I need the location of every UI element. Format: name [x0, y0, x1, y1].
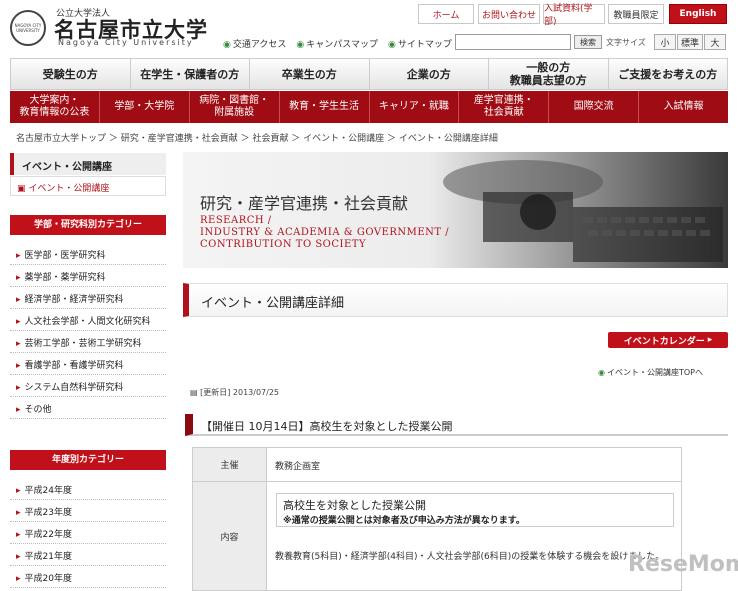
page-title: イベント・公開講座詳細 — [183, 283, 728, 317]
search-button[interactable]: 検索 — [574, 35, 602, 49]
year-item[interactable]: 平成20年度 — [10, 566, 166, 588]
year-item[interactable]: 平成22年度 — [10, 522, 166, 544]
nav-education-life[interactable]: 教育・学生生活 — [280, 91, 370, 123]
category-item[interactable]: 薬学部・薬学研究科 — [10, 265, 166, 287]
university-seal-logo[interactable]: NAGOYA CITY UNIVERSITY — [10, 10, 46, 46]
category-item[interactable]: 医学部・医学研究科 — [10, 243, 166, 265]
organizer-label: 主催 — [193, 448, 267, 482]
category-heading: 学部・研究科別カテゴリー — [10, 215, 166, 235]
nav-hospital-library[interactable]: 病院・図書館・ 附属施設 — [190, 91, 280, 123]
year-item[interactable]: 平成23年度 — [10, 500, 166, 522]
admission-materials-button[interactable]: 入試資料(学部) — [543, 4, 605, 27]
category-item[interactable]: 看護学部・看護学研究科 — [10, 353, 166, 375]
content-label: 内容 — [193, 482, 267, 590]
nav-industry-collaboration[interactable]: 産学官連携・ 社会貢献 — [459, 91, 550, 123]
year-item[interactable]: 平成21年度 — [10, 544, 166, 566]
staff-only-button[interactable]: 教職員限定 — [608, 4, 664, 24]
category-item[interactable]: 人文社会学部・人間文化研究科 — [10, 309, 166, 331]
search-input[interactable] — [455, 34, 571, 50]
content-text: 教養教育(5科目)・経済学部(4科目)・人文社会学部(6科目)の授業を体験する機… — [275, 552, 665, 562]
year-item[interactable]: 平成24年度 — [10, 478, 166, 500]
banner-en-line: CONTRIBUTION TO SOCIETY — [200, 239, 367, 250]
english-button[interactable]: English — [669, 4, 727, 24]
sitemap-link[interactable]: サイトマップ — [388, 37, 452, 50]
font-standard-button[interactable]: 標準 — [677, 34, 703, 50]
category-item[interactable]: その他 — [10, 397, 166, 419]
nav-prospective-students[interactable]: 受験生の方 — [11, 59, 131, 89]
page-icon: ▤ — [190, 388, 201, 397]
updated-date: ▤ [更新日] 2013/07/25 — [190, 387, 279, 398]
nav-alumni[interactable]: 卒業生の方 — [250, 59, 370, 89]
event-title: 【開催日 10月14日】高校生を対象とした授業公開 — [185, 414, 728, 436]
nav-general-public[interactable]: 一般の方 教職員志望の方 — [489, 59, 609, 89]
campus-map-link[interactable]: キャンパスマップ — [296, 37, 378, 50]
event-calendar-label: イベントカレンダー — [623, 336, 705, 347]
header-sublinks: 交通アクセス キャンパスマップ サイトマップ — [223, 37, 452, 50]
sidebar-item-events[interactable]: ▣ イベント・公開講座 — [10, 176, 166, 196]
sidebar-item-label: イベント・公開講座 — [28, 184, 110, 194]
category-item[interactable]: システム自然科学研究科 — [10, 375, 166, 397]
nav-current-students-parents[interactable]: 在学生・保護者の方 — [131, 59, 250, 89]
home-button[interactable]: ホーム — [418, 4, 474, 24]
year-category-heading: 年度別カテゴリー — [10, 450, 166, 470]
resemom-watermark: ReseMom — [628, 552, 738, 577]
primary-nav: 受験生の方 在学生・保護者の方 卒業生の方 企業の方 一般の方 教職員志望の方 … — [10, 58, 728, 90]
organizer-value: 教務企画室 — [267, 448, 681, 482]
banner-en-line: INDUSTRY & ACADEMIA & GOVERNMENT / — [200, 227, 450, 238]
contact-button[interactable]: お問い合わせ — [478, 4, 540, 24]
category-item[interactable]: 芸術工学部・芸術工学研究科 — [10, 331, 166, 353]
nav-career[interactable]: キャリア・就職 — [370, 91, 460, 123]
access-link[interactable]: 交通アクセス — [223, 37, 287, 50]
secondary-nav: 大学案内・ 教育情報の公表 学部・大学院 病院・図書館・ 附属施設 教育・学生生… — [10, 91, 728, 123]
nav-admissions[interactable]: 入試情報 — [639, 91, 728, 123]
events-top-link[interactable]: イベント・公開講座TOPへ — [598, 367, 703, 378]
banner-title-en: RESEARCH / INDUSTRY & ACADEMIA & GOVERNM… — [200, 215, 449, 251]
nav-international[interactable]: 国際交流 — [549, 91, 640, 123]
event-calendar-button[interactable]: イベントカレンダー ▸ — [608, 332, 728, 348]
logo-seal-text: NAGOYA CITY UNIVERSITY — [14, 23, 42, 33]
content-box-title: 高校生を対象とした授業公開 — [283, 499, 426, 512]
sidebar-heading: イベント・公開講座 — [10, 153, 166, 175]
square-bullet-icon: ▣ — [17, 184, 29, 194]
nav-about-university[interactable]: 大学案内・ 教育情報の公表 — [10, 91, 100, 123]
font-size-label: 文字サイズ — [606, 38, 646, 47]
font-small-button[interactable]: 小 — [654, 34, 676, 50]
updated-date-text: [更新日] 2013/07/25 — [200, 388, 280, 397]
font-large-button[interactable]: 大 — [704, 34, 726, 50]
nav-supporters[interactable]: ご支援をお考えの方 — [609, 59, 728, 89]
banner-en-line: RESEARCH / — [200, 215, 272, 226]
category-item[interactable]: 経済学部・経済学研究科 — [10, 287, 166, 309]
arrow-icon: ▸ — [707, 335, 713, 345]
breadcrumb[interactable]: 名古屋市立大学トップ ＞ 研究・産学官連携・社会貢献 ＞ 社会貢献 ＞ イベント… — [16, 131, 498, 144]
banner-title-jp: 研究・産学官連携・社会貢献 — [200, 194, 409, 213]
logo-english: Nagoya City University — [58, 38, 194, 47]
content-box-note: ※通常の授業公開とは対象者及び申込み方法が異なります。 — [283, 516, 525, 526]
nav-companies[interactable]: 企業の方 — [370, 59, 489, 89]
content-highlight-box: 高校生を対象とした授業公開 ※通常の授業公開とは対象者及び申込み方法が異なります… — [276, 493, 674, 527]
nav-faculties[interactable]: 学部・大学院 — [100, 91, 190, 123]
